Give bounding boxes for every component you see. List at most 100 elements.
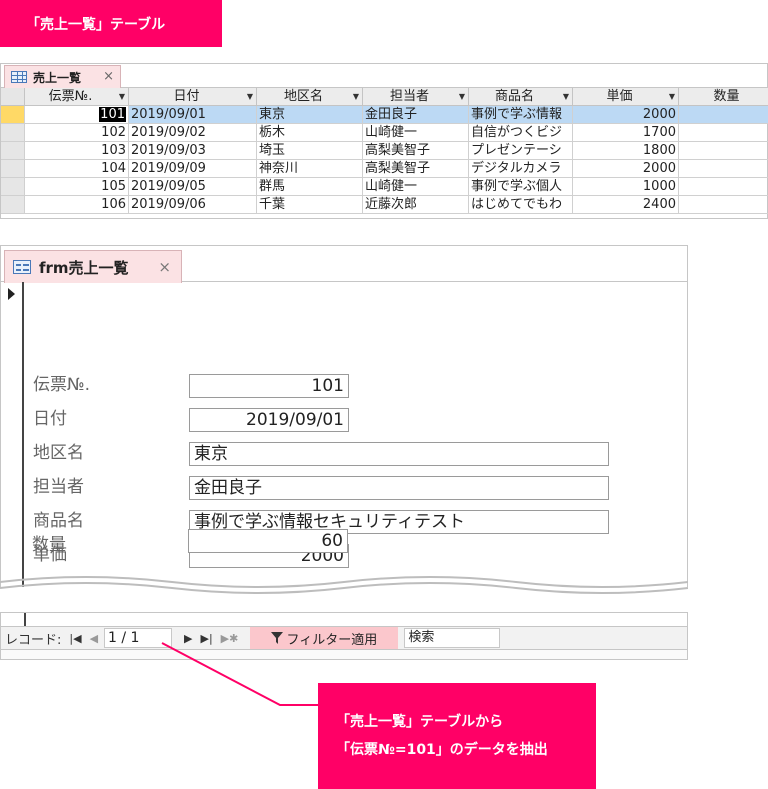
table-cell[interactable]: 60 [679,106,768,124]
table-cell[interactable]: 102 [25,124,129,142]
column-header-3[interactable]: 担当者 ▼ [363,88,469,106]
chevron-down-icon[interactable]: ▼ [563,88,569,105]
chevron-down-icon[interactable]: ▼ [669,88,675,105]
close-icon[interactable]: × [158,258,171,276]
table-cell[interactable]: 栃木 [257,124,363,142]
table-cell-value: 2019/09/01 [131,107,206,122]
table-cell[interactable]: 群馬 [257,178,363,196]
column-header-4[interactable]: 商品名 ▼ [469,88,573,106]
datasheet-tab-strip: 売上一覧 × [1,64,767,88]
table-cell[interactable]: 104 [25,160,129,178]
table-cell[interactable]: 高梨美智子 [363,142,469,160]
table-cell[interactable]: 高梨美智子 [363,160,469,178]
table-cell[interactable]: 2019/09/03 [129,142,257,160]
record-position-input[interactable]: 1 / 1 [104,628,173,648]
table-cell[interactable]: 1700 [573,124,679,142]
chevron-down-icon[interactable]: ▼ [459,88,465,105]
input-suryo[interactable]: 60 [188,529,348,553]
table-row[interactable]: 106 2019/09/06 千葉 近藤次郎 はじめてでもわ 240075 [1,196,768,214]
table-cell[interactable]: 事例で学ぶ個人 [469,178,573,196]
first-record-icon[interactable]: |◀ [69,632,81,645]
row-selector[interactable] [1,196,25,214]
chevron-down-icon[interactable]: ▼ [119,88,125,105]
prev-record-icon[interactable]: ◀ [90,632,98,645]
row-selector[interactable] [1,142,25,160]
table-cell[interactable]: 105 [25,178,129,196]
current-record-pointer-icon [8,288,15,300]
column-header-label: 担当者 [389,89,429,104]
last-record-icon[interactable]: ▶| [201,632,213,645]
column-header-6[interactable]: 数量▼ [679,88,768,106]
tab-sales-table[interactable]: 売上一覧 × [4,65,121,88]
table-cell[interactable]: 自信がつくビジ [469,124,573,142]
table-cell[interactable]: 30 [679,178,768,196]
table-cell[interactable]: 103 [25,142,129,160]
bottom-callout-line-2: 「伝票№=101」のデータを抽出 [336,742,548,758]
table-cell-value: 1000 [642,179,676,194]
table-cell[interactable]: 1000 [573,178,679,196]
table-cell[interactable]: 55 [679,124,768,142]
table-cell[interactable]: 東京 [257,106,363,124]
cut-line-wave [0,576,688,594]
table-row[interactable]: 103 2019/09/03 埼玉 高梨美智子 プレゼンテーシ 180030 [1,142,768,160]
table-cell[interactable]: 2019/09/02 [129,124,257,142]
table-cell[interactable]: 2019/09/09 [129,160,257,178]
table-cell[interactable]: 埼玉 [257,142,363,160]
table-cell[interactable]: 1800 [573,142,679,160]
table-cell[interactable]: 2000 [573,106,679,124]
table-row[interactable]: 101 2019/09/01 東京 金田良子 事例で学ぶ情報 200060 [1,106,768,124]
close-icon[interactable]: × [103,69,114,84]
row-selector[interactable] [1,124,25,142]
filter-toggle-button[interactable]: フィルター適用 [250,627,399,649]
search-input[interactable]: 検索 [404,628,501,648]
table-cell[interactable]: 2019/09/05 [129,178,257,196]
table-cell[interactable]: 神奈川 [257,160,363,178]
table-row[interactable]: 105 2019/09/05 群馬 山崎健一 事例で学ぶ個人 100030 [1,178,768,196]
row-selector[interactable] [1,106,25,124]
input-hiduke[interactable]: 2019/09/01 [189,408,349,432]
top-callout-text: 「売上一覧」テーブル [26,16,166,33]
column-header-5[interactable]: 単価 ▼ [573,88,679,106]
tab-sales-form[interactable]: frm売上一覧 × [4,250,182,283]
table-cell-value: 事例で学ぶ情報 [471,107,563,122]
input-chiku[interactable]: 東京 [189,442,609,466]
table-cell[interactable]: 30 [679,142,768,160]
table-row[interactable]: 102 2019/09/02 栃木 山崎健一 自信がつくビジ 170055 [1,124,768,142]
record-selector[interactable] [1,282,24,587]
table-cell[interactable]: 60 [679,160,768,178]
table-cell[interactable]: 101 [25,106,129,124]
chevron-down-icon[interactable]: ▼ [247,88,253,105]
select-all-corner[interactable] [1,88,25,106]
table-cell[interactable]: 106 [25,196,129,214]
table-cell-value: 山崎健一 [365,179,418,194]
table-cell-value: 自信がつくビジ [471,125,563,140]
new-record-icon[interactable]: ▶✱ [221,632,239,645]
table-cell[interactable]: 2019/09/01 [129,106,257,124]
top-callout-label: 「売上一覧」テーブル [0,0,222,47]
table-row[interactable]: 104 2019/09/09 神奈川 高梨美智子 デジタルカメラ 200060 [1,160,768,178]
table-cell[interactable]: はじめてでもわ [469,196,573,214]
table-cell[interactable]: 千葉 [257,196,363,214]
tab-sales-table-label: 売上一覧 [33,70,82,85]
table-cell[interactable]: 2000 [573,160,679,178]
chevron-down-icon[interactable]: ▼ [353,88,359,105]
row-selector[interactable] [1,160,25,178]
table-cell[interactable]: デジタルカメラ [469,160,573,178]
label-denpyo: 伝票№. [33,375,91,395]
table-cell[interactable]: 山崎健一 [363,178,469,196]
row-selector[interactable] [1,178,25,196]
table-cell[interactable]: 事例で学ぶ情報 [469,106,573,124]
table-cell[interactable]: 山崎健一 [363,124,469,142]
column-header-0[interactable]: 伝票№. ▼ [25,88,129,106]
table-cell[interactable]: プレゼンテーシ [469,142,573,160]
column-header-2[interactable]: 地区名 ▼ [257,88,363,106]
input-denpyo[interactable]: 101 [189,374,349,398]
table-cell[interactable]: 2019/09/06 [129,196,257,214]
table-cell[interactable]: 近藤次郎 [363,196,469,214]
input-tanto[interactable]: 金田良子 [189,476,609,500]
table-cell[interactable]: 金田良子 [363,106,469,124]
table-cell[interactable]: 75 [679,196,768,214]
next-record-icon[interactable]: ▶ [184,632,192,645]
table-cell[interactable]: 2400 [573,196,679,214]
column-header-1[interactable]: 日付 ▼ [129,88,257,106]
